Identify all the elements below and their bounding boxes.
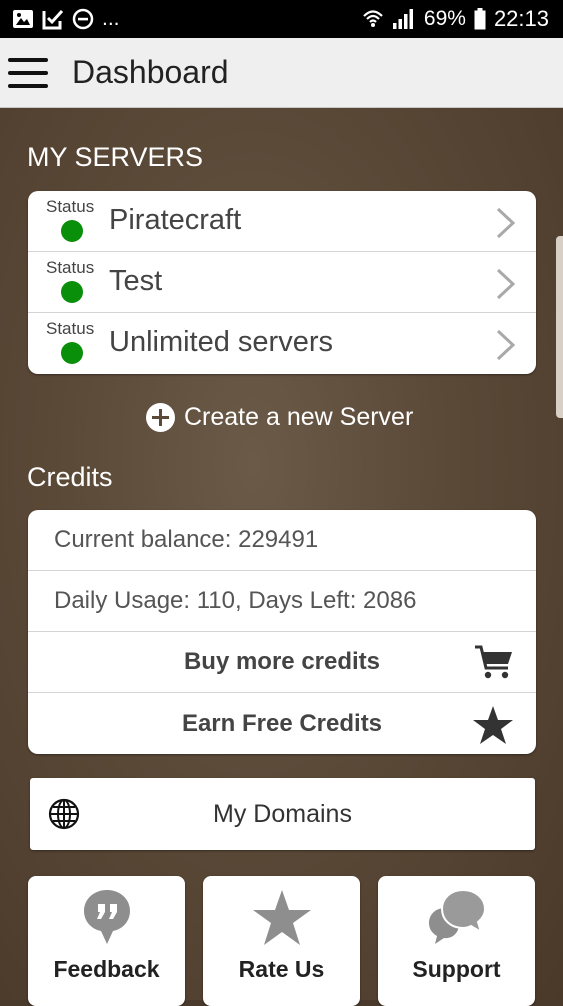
daily-usage-row: Daily Usage: 110, Days Left: 2086 (28, 571, 536, 632)
server-name: Piratecraft (109, 204, 242, 236)
notification-icons: ... (12, 7, 120, 31)
system-icons: 69% 22:13 (362, 6, 549, 32)
star-icon (473, 706, 513, 744)
current-balance: Current balance: 229491 (54, 526, 319, 553)
create-server-button[interactable]: Create a new Server (146, 402, 413, 432)
clock: 22:13 (493, 6, 549, 31)
chevron-right-icon (496, 268, 516, 300)
rate-us-button[interactable]: Rate Us (203, 876, 360, 1006)
battery-percent: 69% (423, 7, 466, 30)
daily-usage: Daily Usage: 110, Days Left: 2086 (54, 587, 417, 614)
create-server-label: Create a new Server (184, 402, 414, 431)
do-not-disturb-icon (72, 8, 94, 30)
scrollbar[interactable] (556, 236, 563, 418)
support-label: Support (412, 956, 501, 982)
server-row[interactable]: Status Piratecraft (28, 191, 536, 252)
status-online-indicator (61, 220, 83, 242)
signal-icon (392, 9, 413, 29)
server-name: Unlimited servers (109, 326, 333, 358)
app-bar: Dashboard (0, 38, 563, 108)
status-bar: ... 69% 22:13 (0, 0, 563, 38)
globe-icon (48, 798, 80, 830)
server-name: Test (109, 265, 163, 297)
feedback-label: Feedback (53, 956, 160, 982)
task-check-icon (42, 9, 64, 30)
server-row[interactable]: Status Test (28, 252, 536, 313)
menu-icon[interactable] (8, 57, 48, 88)
servers-list: Status Piratecraft Status Test Status Un… (28, 191, 536, 374)
buy-credits-button[interactable]: Buy more credits (28, 632, 536, 693)
server-row[interactable]: Status Unlimited servers (28, 313, 536, 374)
earn-credits-button[interactable]: Earn Free Credits (28, 693, 536, 754)
image-icon (13, 10, 33, 28)
chat-bubbles-icon (428, 888, 486, 944)
more-notifications: ... (102, 7, 120, 30)
status-label: Status (46, 197, 95, 216)
my-servers-heading: MY SERVERS (27, 142, 204, 172)
page-title: Dashboard (72, 54, 229, 90)
chevron-right-icon (496, 329, 516, 361)
rate-us-label: Rate Us (238, 956, 325, 982)
status-online-indicator (61, 281, 83, 303)
plus-icon (146, 402, 175, 432)
wifi-icon (363, 10, 383, 27)
battery-icon (474, 8, 486, 30)
earn-credits-label: Earn Free Credits (181, 709, 383, 737)
quote-bubble-icon (83, 890, 130, 944)
status-label: Status (46, 319, 95, 338)
star-icon (252, 890, 311, 945)
credits-card: Current balance: 229491 Daily Usage: 110… (28, 510, 536, 754)
status-label: Status (46, 258, 95, 277)
status-online-indicator (61, 342, 83, 364)
my-domains-button[interactable]: My Domains (30, 778, 535, 850)
my-domains-label: My Domains (213, 799, 352, 828)
cart-icon (475, 645, 512, 679)
support-button[interactable]: Support (378, 876, 535, 1006)
feedback-button[interactable]: Feedback (28, 876, 185, 1006)
chevron-right-icon (496, 207, 516, 239)
credits-heading: Credits (27, 462, 113, 492)
buy-credits-label: Buy more credits (183, 648, 381, 675)
current-balance-row: Current balance: 229491 (28, 510, 536, 571)
